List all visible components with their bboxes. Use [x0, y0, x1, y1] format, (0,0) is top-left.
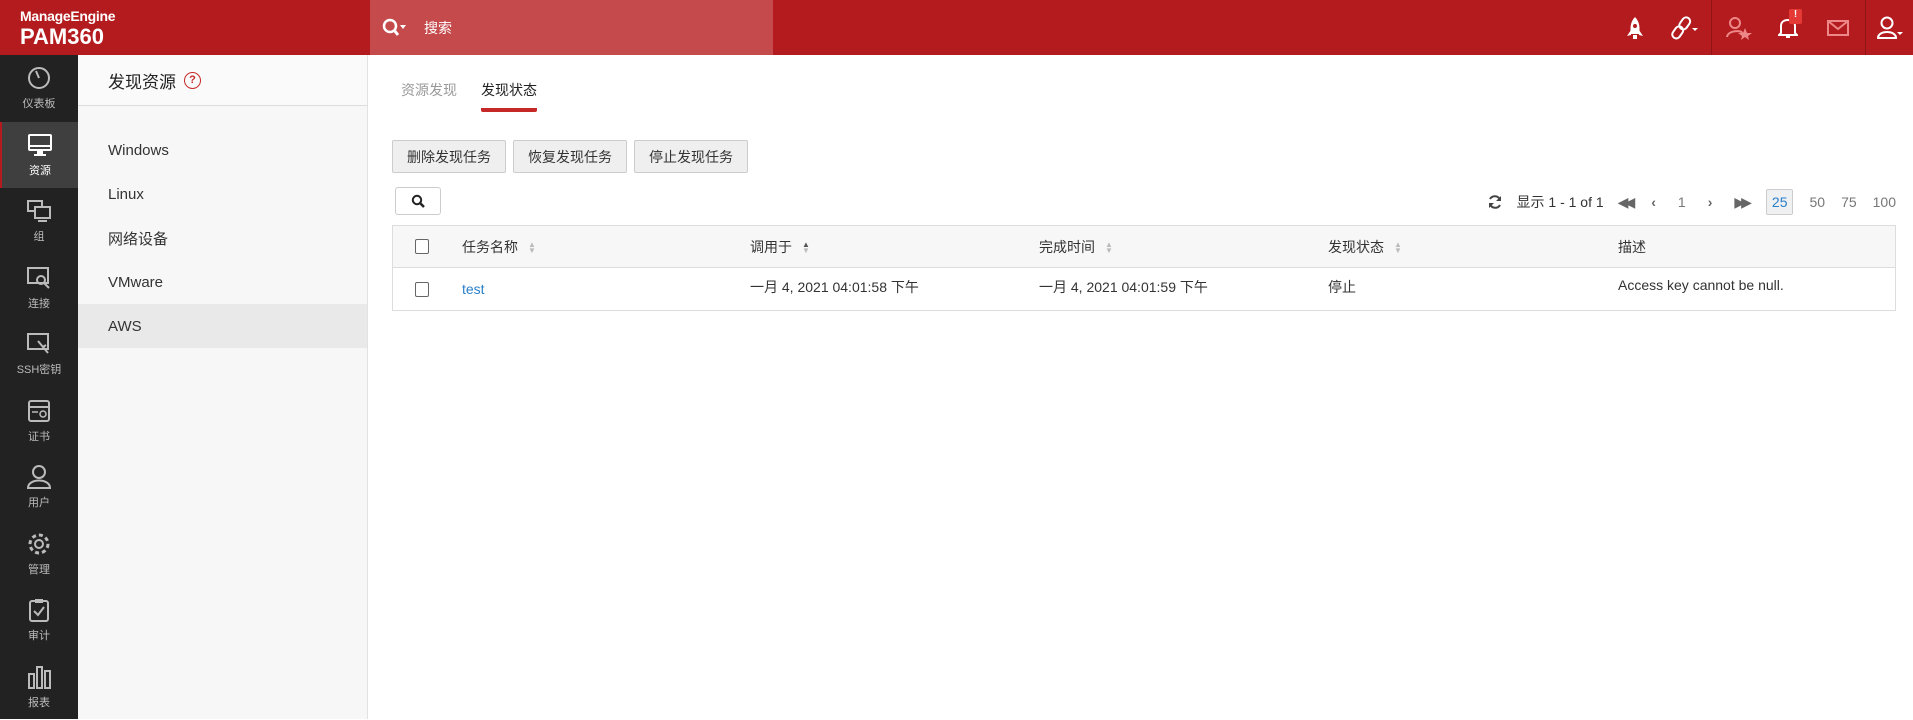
nav-item-label: 报表 [28, 694, 50, 710]
delete-task-button[interactable]: 删除发现任务 [392, 140, 506, 173]
page-size-25[interactable]: 25 [1766, 189, 1794, 215]
task-name-link[interactable]: test [462, 281, 485, 297]
page-size-50[interactable]: 50 [1809, 194, 1825, 210]
select-all-checkbox[interactable] [415, 239, 429, 254]
submenu-item-network-devices[interactable]: 网络设备 [78, 216, 367, 260]
table-row: test 一月 4, 2021 04:01:58 下午 一月 4, 2021 0… [393, 268, 1895, 310]
user-icon [26, 464, 52, 490]
tab-discovery-status[interactable]: 发现状态 [481, 80, 537, 112]
column-label: 任务名称 [462, 239, 518, 255]
global-search[interactable]: 搜索 [370, 0, 773, 55]
product-name[interactable]: PAM360 [20, 24, 104, 50]
completed-time: 一月 4, 2021 04:01:59 下午 [1039, 277, 1208, 297]
main-nav: 仪表板资源组连接 SSH密钥证书用户管理审计报表 [0, 55, 78, 719]
discovery-status: 停止 [1328, 277, 1356, 297]
help-icon[interactable]: ? [184, 72, 201, 89]
column-task-name[interactable]: 任务名称 ▲▼ [462, 237, 536, 257]
nav-item-ssh-key[interactable]: SSH密钥 [0, 321, 78, 388]
header-divider [1865, 0, 1866, 55]
bar-chart-icon [26, 664, 52, 690]
table-search-button[interactable] [395, 187, 441, 215]
page-size-75[interactable]: 75 [1841, 194, 1857, 210]
last-page-icon[interactable]: ▶▶ [1734, 194, 1748, 211]
nav-item-label: 资源 [29, 162, 51, 178]
header-divider [1711, 0, 1712, 55]
clipboard-icon [26, 597, 52, 623]
search-icon [411, 194, 425, 208]
table-header: 任务名称 ▲▼ 调用于 ▲▼ 完成时间 ▲▼ 发现状态 ▲▼ 描述 [393, 226, 1895, 268]
link-icon[interactable] [1671, 14, 1699, 42]
nav-item-gear[interactable]: 管理 [0, 521, 78, 588]
tab-bar: 资源发现 发现状态 [401, 80, 537, 112]
nav-item-label: 用户 [28, 494, 50, 510]
nav-item-label: 审计 [28, 627, 50, 643]
discovery-status-table: 任务名称 ▲▼ 调用于 ▲▼ 完成时间 ▲▼ 发现状态 ▲▼ 描述 test 一月 4,… [392, 225, 1896, 311]
first-page-icon[interactable]: ◀◀ [1618, 194, 1632, 211]
nav-item-group[interactable]: 组 [0, 188, 78, 255]
submenu-panel: 发现资源? Windows Linux 网络设备 VMware AWS [78, 55, 368, 719]
column-status[interactable]: 发现状态 ▲▼ [1328, 237, 1402, 257]
nav-item-label: 连接 [28, 295, 50, 311]
rocket-icon[interactable] [1621, 14, 1649, 42]
search-input[interactable]: 搜索 [424, 18, 452, 38]
user-profile-icon[interactable] [1876, 14, 1904, 42]
top-header: ManageEngine PAM360 搜索 ! [0, 0, 1913, 55]
refresh-icon[interactable] [1487, 194, 1503, 210]
column-invoked[interactable]: 调用于 ▲▼ [750, 237, 810, 257]
gear-icon [26, 531, 52, 557]
brand-logo: ManageEngine [20, 8, 115, 24]
stop-task-button[interactable]: 停止发现任务 [634, 140, 748, 173]
sort-icon[interactable]: ▲▼ [1394, 242, 1402, 254]
sort-icon[interactable]: ▲▼ [528, 242, 536, 254]
resume-task-button[interactable]: 恢复发现任务 [513, 140, 627, 173]
description: Access key cannot be null. [1618, 277, 1784, 293]
prev-page-icon[interactable]: ‹ [1651, 194, 1656, 210]
submenu-item-linux[interactable]: Linux [78, 172, 367, 216]
sort-icon[interactable]: ▲▼ [1105, 242, 1113, 254]
mail-icon[interactable] [1824, 14, 1852, 42]
nav-item-certificate[interactable]: 证书 [0, 388, 78, 455]
monitor-icon [27, 132, 53, 158]
next-page-icon[interactable]: › [1708, 194, 1713, 210]
column-label: 发现状态 [1328, 239, 1384, 255]
ssh-key-icon [26, 331, 52, 357]
nav-item-label: 仪表板 [23, 95, 56, 111]
user-star-icon[interactable] [1725, 14, 1753, 42]
submenu-title: 发现资源? [78, 55, 367, 106]
pagination: 显示 1 - 1 of 1 ◀◀ ‹ 1 › ▶▶ 25 50 75 100 [1473, 188, 1896, 216]
submenu-item-aws[interactable]: AWS [78, 304, 367, 348]
row-checkbox[interactable] [415, 282, 429, 297]
nav-item-user[interactable]: 用户 [0, 454, 78, 521]
column-description: 描述 [1618, 237, 1646, 257]
column-completed[interactable]: 完成时间 ▲▼ [1039, 237, 1113, 257]
nav-item-connection[interactable]: 连接 [0, 255, 78, 322]
action-toolbar: 删除发现任务 恢复发现任务 停止发现任务 [392, 140, 748, 173]
nav-item-label: SSH密钥 [17, 361, 62, 377]
nav-item-monitor[interactable]: 资源 [0, 122, 78, 189]
column-label: 调用于 [750, 239, 792, 255]
connection-icon [26, 265, 52, 291]
bell-icon[interactable]: ! [1774, 14, 1802, 42]
submenu-item-vmware[interactable]: VMware [78, 260, 367, 304]
group-icon [26, 198, 52, 224]
invoked-time: 一月 4, 2021 04:01:58 下午 [750, 277, 919, 297]
column-label: 完成时间 [1039, 239, 1095, 255]
pagination-summary: 显示 1 - 1 of 1 [1517, 192, 1604, 212]
current-page[interactable]: 1 [1678, 194, 1686, 210]
nav-item-label: 管理 [28, 561, 50, 577]
nav-item-bar-chart[interactable]: 报表 [0, 654, 78, 720]
certificate-icon [26, 398, 52, 424]
search-icon[interactable] [382, 18, 406, 38]
dashboard-icon [26, 65, 52, 91]
page-size-100[interactable]: 100 [1873, 194, 1896, 210]
nav-item-label: 证书 [28, 428, 50, 444]
sort-asc-icon[interactable]: ▲▼ [802, 242, 810, 254]
notification-badge: ! [1789, 9, 1802, 24]
nav-item-dashboard[interactable]: 仪表板 [0, 55, 78, 122]
tab-resource-discovery[interactable]: 资源发现 [401, 80, 457, 112]
submenu-title-text: 发现资源 [108, 68, 176, 93]
nav-item-clipboard[interactable]: 审计 [0, 587, 78, 654]
nav-item-label: 组 [34, 228, 45, 244]
submenu-item-windows[interactable]: Windows [78, 128, 367, 172]
